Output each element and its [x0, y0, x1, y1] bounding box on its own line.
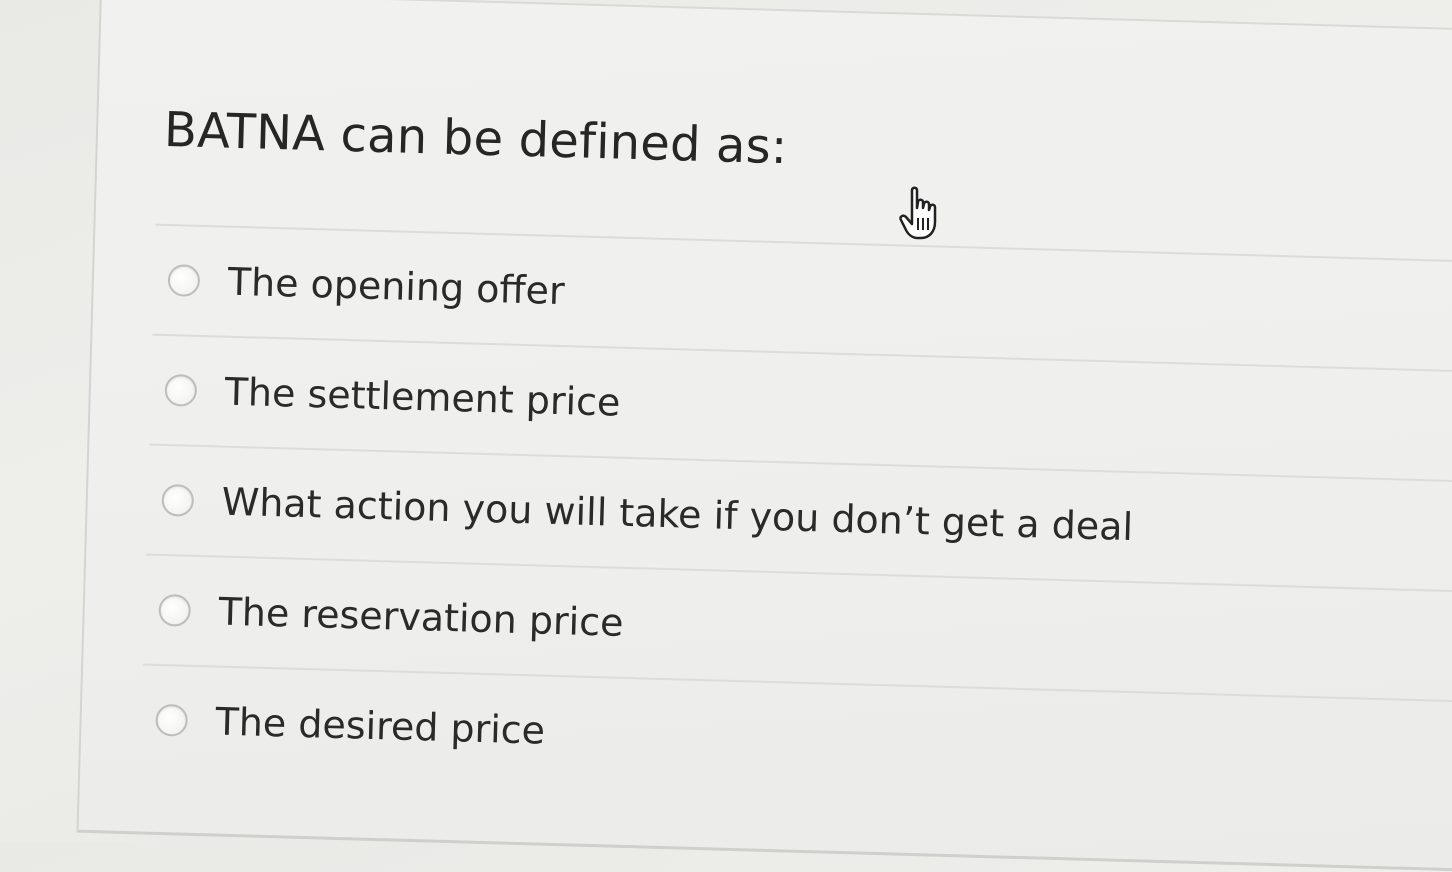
- radio-button[interactable]: [155, 703, 189, 737]
- radio-button[interactable]: [164, 373, 198, 407]
- answer-options: The opening offer The settlement price W…: [140, 223, 1452, 811]
- question-card: BATNA can be defined as: The opening off…: [76, 0, 1452, 872]
- option-label: The settlement price: [224, 369, 621, 425]
- radio-button[interactable]: [161, 483, 195, 517]
- hand-pointer-icon: [899, 186, 937, 240]
- option-label: The desired price: [215, 699, 546, 753]
- radio-button[interactable]: [158, 593, 192, 627]
- option-label: The opening offer: [227, 259, 566, 314]
- question-text: BATNA can be defined as:: [163, 101, 789, 176]
- option-label: What action you will take if you don’t g…: [221, 479, 1134, 550]
- card-divider: [101, 0, 1452, 32]
- radio-button[interactable]: [167, 264, 201, 297]
- option-label: The reservation price: [218, 589, 625, 645]
